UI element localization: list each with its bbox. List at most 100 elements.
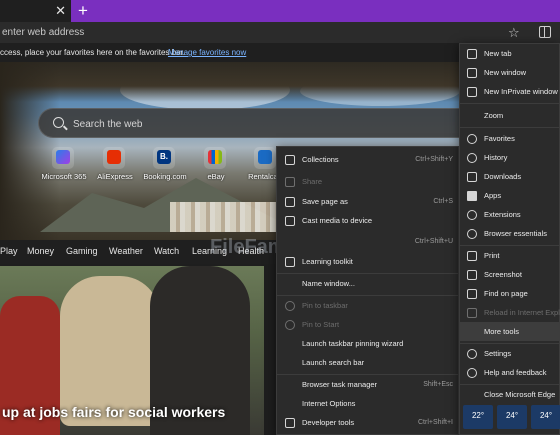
menu-item-hidden[interactable]: Ctrl+Shift+U	[277, 232, 460, 252]
menu-item-label: Learning toolkit	[302, 257, 353, 266]
menu-item-label: Zoom	[484, 111, 504, 120]
menu-item-learning-toolkit[interactable]: Learning toolkit	[277, 252, 460, 272]
manage-favorites-link[interactable]: Manage favorites now	[168, 43, 246, 62]
menu-item-apps[interactable]: Apps	[460, 186, 560, 205]
menu-item-label: Downloads	[484, 172, 522, 181]
inprivate-icon	[467, 87, 477, 97]
menu-item-label: New tab	[484, 49, 512, 58]
category-play[interactable]: Play	[0, 240, 18, 262]
menu-item-label: Help and feedback	[484, 368, 547, 377]
menu-separator	[460, 103, 560, 104]
menu-item-label: Pin to Start	[302, 320, 340, 329]
menu-item-name-window[interactable]: Name window...	[277, 274, 460, 294]
category-money[interactable]: Money	[27, 240, 54, 262]
menu-item-internet-options[interactable]: Internet Options	[277, 394, 460, 414]
category-gaming[interactable]: Gaming	[66, 240, 98, 262]
menu-item-task-manager[interactable]: Browser task manager Shift+Esc	[277, 375, 460, 395]
new-tab-icon	[467, 49, 477, 59]
menu-item-new-tab[interactable]: New tab	[460, 44, 560, 63]
active-tab[interactable]: ✕	[0, 0, 71, 22]
menu-item-shortcut: Ctrl+Shift+I	[417, 419, 453, 426]
menu-item-collections[interactable]: Collections Ctrl+Shift+Y	[277, 150, 460, 170]
menu-item-close-edge[interactable]: Close Microsoft Edge	[460, 385, 560, 404]
menu-item-pin-start[interactable]: Pin to Start	[277, 315, 460, 335]
developer-tools-icon	[285, 418, 295, 428]
add-favorite-star-icon[interactable]: ☆	[508, 23, 520, 42]
favorites-bar-message: ccess, place your favorites here on the …	[0, 48, 185, 57]
menu-item-label: Find on page	[484, 289, 528, 298]
category-weather[interactable]: Weather	[109, 240, 143, 262]
menu-item-label: Close Microsoft Edge	[484, 390, 556, 399]
menu-item-label: More tools	[484, 327, 520, 336]
menu-item-label: Browser task manager	[302, 380, 378, 389]
close-tab-icon[interactable]: ✕	[55, 2, 66, 20]
menu-item-screenshot[interactable]: Screenshot	[460, 265, 560, 284]
weather-tile[interactable]: 22°	[463, 405, 493, 429]
extensions-icon	[467, 210, 477, 220]
menu-item-help-feedback[interactable]: Help and feedback	[460, 363, 560, 382]
menu-item-label: Launch taskbar pinning wizard	[302, 339, 404, 348]
menu-item-label: Internet Options	[302, 399, 356, 408]
history-icon	[467, 153, 477, 163]
menu-item-label: Save page as	[302, 197, 348, 206]
weather-tile[interactable]: 24°	[531, 405, 560, 429]
weather-tile[interactable]: 24°	[497, 405, 527, 429]
menu-item-cast-media[interactable]: Cast media to device	[277, 211, 460, 231]
new-window-icon	[467, 68, 477, 78]
menu-item-label: Apps	[484, 191, 502, 200]
menu-item-settings[interactable]: Settings	[460, 344, 560, 363]
cast-icon	[285, 216, 295, 226]
pin-icon	[285, 301, 295, 311]
weather-strip: 22° 24° 24°	[461, 405, 560, 429]
menu-item-label: Print	[484, 251, 500, 260]
new-tab-button[interactable]: +	[78, 0, 88, 22]
rentalcars-icon	[258, 150, 272, 164]
menu-item-shortcut: Ctrl+Shift+Y	[415, 156, 453, 163]
category-watch[interactable]: Watch	[154, 240, 179, 262]
screenshot-icon	[467, 270, 477, 280]
menu-item-pin-taskbar[interactable]: Pin to taskbar	[277, 296, 460, 316]
menu-item-new-inprivate[interactable]: New InPrivate window	[460, 82, 560, 101]
search-input[interactable]	[73, 109, 453, 139]
menu-item-shortcut: Ctrl+Shift+U	[414, 238, 453, 245]
menu-item-label: Collections	[302, 155, 339, 164]
menu-separator	[460, 127, 560, 128]
menu-item-reload-ie-mode[interactable]: Reload in Internet Explorer mode	[460, 303, 560, 322]
menu-item-downloads[interactable]: Downloads	[460, 167, 560, 186]
menu-item-favorites[interactable]: Favorites	[460, 129, 560, 148]
more-tools-submenu: Collections Ctrl+Shift+Y Share Save page…	[276, 146, 460, 435]
menu-item-label: Reload in Internet Explorer mode	[484, 308, 560, 317]
address-bar[interactable]: enter web address	[0, 23, 500, 42]
booking-icon: B.	[157, 150, 171, 164]
news-headline[interactable]: up at jobs fairs for social workers	[0, 400, 264, 424]
quick-link-tile	[254, 147, 276, 169]
menu-item-launch-search-bar[interactable]: Launch search bar	[277, 353, 460, 373]
menu-item-new-window[interactable]: New window	[460, 63, 560, 82]
downloads-icon	[467, 172, 477, 182]
menu-item-label: Favorites	[484, 134, 515, 143]
web-search-box[interactable]	[38, 108, 478, 139]
settings-icon	[467, 349, 477, 359]
menu-item-label: Launch search bar	[302, 358, 365, 367]
menu-item-label: Settings	[484, 349, 512, 358]
menu-item-zoom[interactable]: Zoom	[460, 106, 560, 125]
menu-item-print[interactable]: Print	[460, 246, 560, 265]
toolbar: enter web address ☆	[0, 22, 560, 43]
menu-item-more-tools[interactable]: More tools	[460, 322, 560, 341]
save-icon	[285, 197, 295, 207]
menu-item-label: New InPrivate window	[484, 87, 558, 96]
favorites-icon	[467, 134, 477, 144]
help-icon	[467, 368, 477, 378]
menu-item-history[interactable]: History	[460, 148, 560, 167]
pin-start-icon	[285, 320, 295, 330]
menu-item-developer-tools[interactable]: Developer tools Ctrl+Shift+I	[277, 413, 460, 433]
menu-item-save-page[interactable]: Save page as Ctrl+S	[277, 192, 460, 212]
menu-item-find-on-page[interactable]: Find on page	[460, 284, 560, 303]
menu-item-pinning-wizard[interactable]: Launch taskbar pinning wizard	[277, 334, 460, 354]
menu-item-extensions[interactable]: Extensions	[460, 205, 560, 224]
quick-links: Microsoft 365 AliExpress B. Booking.com …	[0, 147, 300, 187]
menu-item-browser-essentials[interactable]: Browser essentials	[460, 224, 560, 243]
browser-essentials-icon	[467, 229, 477, 239]
split-screen-icon[interactable]	[539, 26, 551, 38]
menu-item-share[interactable]: Share	[277, 172, 460, 192]
